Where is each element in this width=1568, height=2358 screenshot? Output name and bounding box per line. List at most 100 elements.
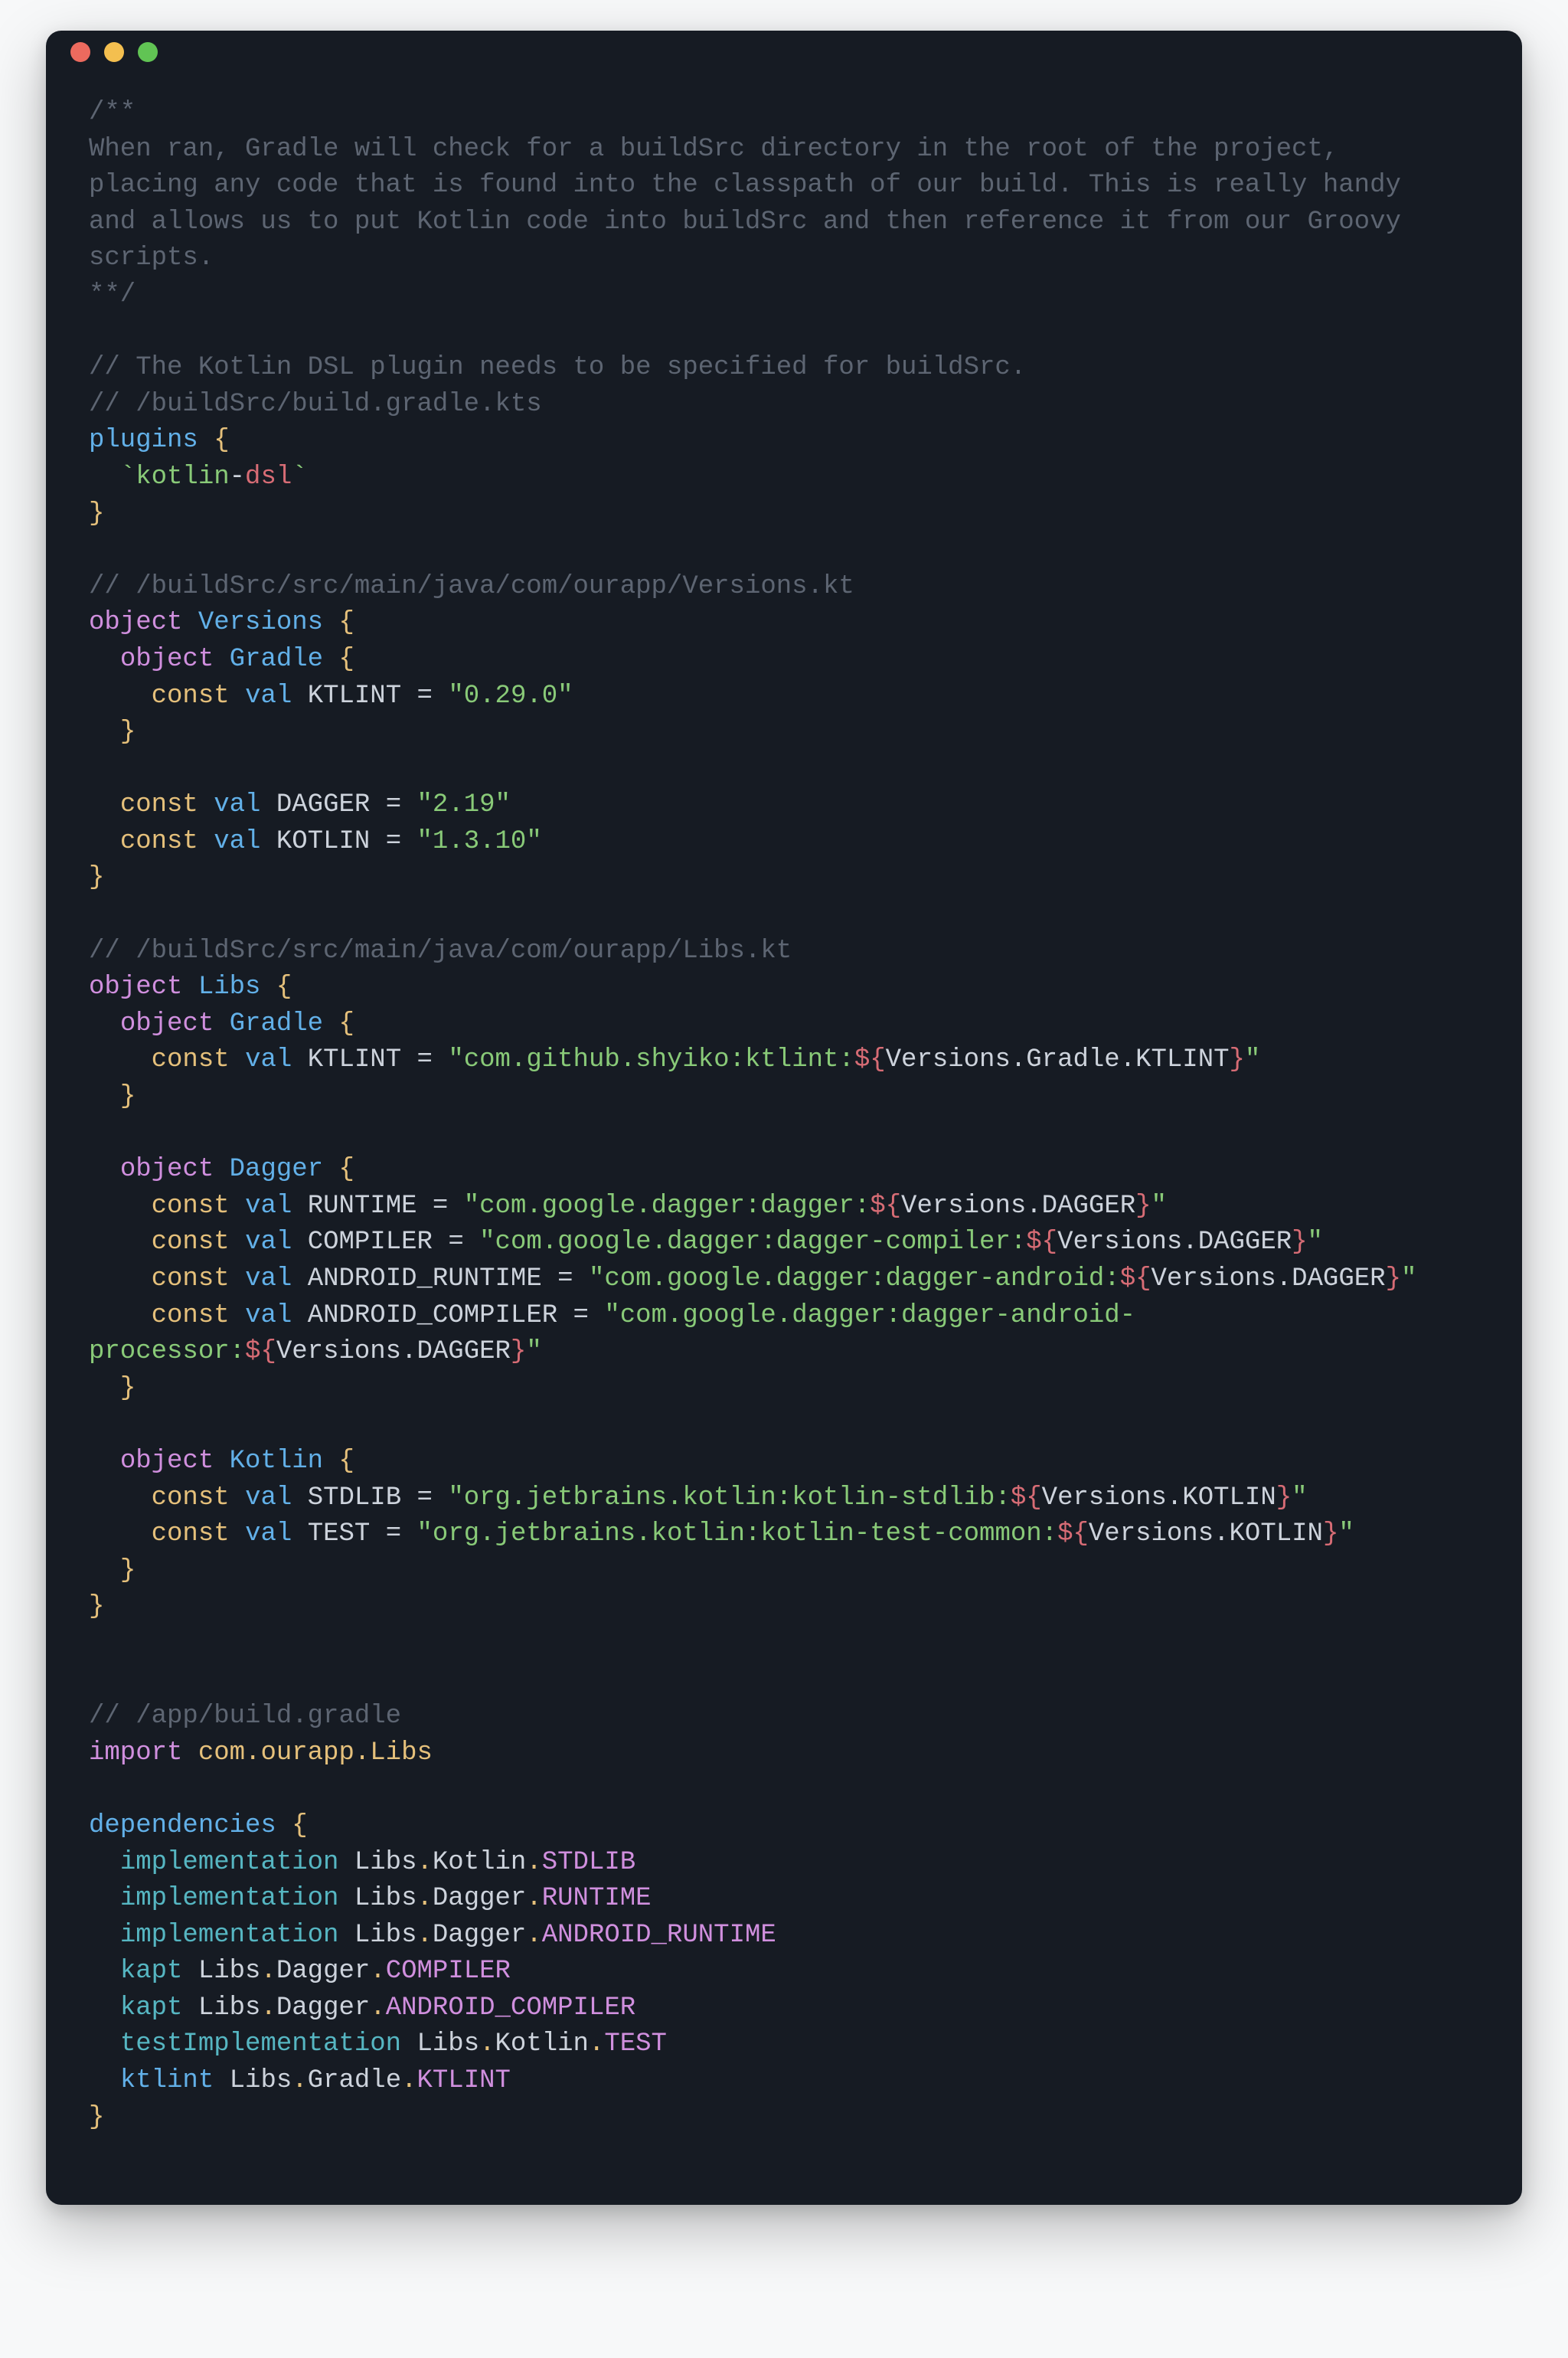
- string-literal: "org.jetbrains.kotlin:kotlin-stdlib:: [448, 1483, 1011, 1513]
- plugins-keyword: plugins: [89, 426, 198, 455]
- string-close: ": [1401, 1264, 1416, 1293]
- dot: .: [589, 2029, 604, 2059]
- backtick: `: [120, 463, 136, 492]
- backtick: `: [292, 463, 307, 492]
- dot: .: [401, 2066, 416, 2095]
- test-ref: TEST: [604, 2029, 667, 2059]
- block-comment-line: scripts.: [89, 244, 214, 273]
- interp-open: ${: [1057, 1519, 1089, 1549]
- val-keyword: val: [245, 1264, 292, 1293]
- const-keyword: const: [152, 1519, 230, 1549]
- brace-open: {: [338, 1155, 354, 1184]
- android-compiler-ref: ANDROID_COMPILER: [386, 1993, 635, 2023]
- maximize-icon[interactable]: [138, 42, 158, 62]
- dot: .: [292, 2066, 307, 2095]
- config-implementation: implementation: [120, 1921, 339, 1950]
- object-keyword: object: [120, 1009, 214, 1038]
- page-container: /** When ran, Gradle will check for a bu…: [0, 0, 1568, 2358]
- const-name-ktlint: KTLINT: [308, 1045, 401, 1074]
- const-name-runtime: RUNTIME: [308, 1192, 417, 1221]
- interp-close: }: [1386, 1264, 1401, 1293]
- window-titlebar: [46, 31, 1522, 74]
- brace-close: }: [89, 499, 104, 528]
- dot: .: [417, 1884, 433, 1913]
- string-value: "1.3.10": [417, 827, 542, 856]
- close-icon[interactable]: [70, 42, 90, 62]
- object-name-gradle: Gradle: [230, 645, 323, 674]
- string-close: ": [1292, 1483, 1307, 1513]
- interp-open: ${: [854, 1045, 886, 1074]
- equals: =: [417, 1483, 433, 1513]
- equals: =: [417, 682, 433, 711]
- const-keyword: const: [152, 1301, 230, 1330]
- equals: =: [557, 1264, 573, 1293]
- line-comment: // /app/build.gradle: [89, 1702, 401, 1731]
- object-keyword: object: [89, 973, 182, 1002]
- string-close: ": [1308, 1228, 1323, 1257]
- string-close: ": [1245, 1045, 1260, 1074]
- const-name-stdlib: STDLIB: [308, 1483, 401, 1513]
- string-literal: "com.google.dagger:dagger-android:: [589, 1264, 1120, 1293]
- brace-open: {: [338, 1009, 354, 1038]
- dot: .: [417, 1848, 433, 1877]
- val-keyword: val: [214, 790, 260, 819]
- string-literal: "com.google.dagger:dagger:: [464, 1192, 871, 1221]
- brace-open: {: [292, 1811, 307, 1840]
- libs-ref: Libs: [198, 1993, 261, 2023]
- import-package: com.ourapp.Libs: [198, 1738, 433, 1768]
- interp-path: Versions.DAGGER: [1152, 1264, 1386, 1293]
- interp-close: }: [1292, 1228, 1307, 1257]
- object-keyword: object: [120, 1447, 214, 1476]
- interp-close: }: [1276, 1483, 1292, 1513]
- brace-close: }: [89, 2103, 104, 2132]
- const-name-test: TEST: [308, 1519, 371, 1549]
- brace-open: {: [276, 973, 292, 1002]
- interp-path: Versions.Gradle.KTLINT: [886, 1045, 1230, 1074]
- config-kapt: kapt: [120, 1957, 183, 1986]
- const-name-compiler: COMPILER: [308, 1228, 433, 1257]
- equals: =: [386, 1519, 401, 1549]
- stdlib-ref: STDLIB: [542, 1848, 635, 1877]
- brace-open: {: [338, 645, 354, 674]
- block-comment-line: placing any code that is found into the …: [89, 171, 1416, 200]
- config-kapt: kapt: [120, 1993, 183, 2023]
- libs-ref: Libs: [416, 2029, 479, 2059]
- code-content: /** When ran, Gradle will check for a bu…: [46, 74, 1522, 2167]
- dependencies-keyword: dependencies: [89, 1811, 276, 1840]
- const-keyword: const: [152, 1192, 230, 1221]
- block-comment-end: **/: [89, 280, 136, 309]
- val-keyword: val: [245, 1228, 292, 1257]
- const-keyword: const: [152, 1264, 230, 1293]
- val-keyword: val: [245, 1519, 292, 1549]
- brace-close: }: [120, 1374, 136, 1403]
- dot: .: [260, 1993, 276, 2023]
- kotlin-text: kotlin: [136, 463, 229, 492]
- dsl-text: dsl: [245, 463, 292, 492]
- val-keyword: val: [245, 1483, 292, 1513]
- val-keyword: val: [245, 1301, 292, 1330]
- val-keyword: val: [245, 1045, 292, 1074]
- const-keyword: const: [152, 1483, 230, 1513]
- object-name-kotlin: Kotlin: [230, 1447, 323, 1476]
- string-close: ": [1338, 1519, 1354, 1549]
- string-literal: "com.github.shyiko:ktlint:: [448, 1045, 854, 1074]
- libs-ref: Libs: [230, 2066, 292, 2095]
- brace-open: {: [214, 426, 229, 455]
- import-keyword: import: [89, 1738, 182, 1768]
- string-literal: "com.google.dagger:dagger-compiler:: [479, 1228, 1026, 1257]
- equals: =: [433, 1192, 448, 1221]
- const-name-android-compiler: ANDROID_COMPILER: [308, 1301, 557, 1330]
- object-name-versions: Versions: [198, 608, 323, 637]
- const-keyword: const: [152, 1228, 230, 1257]
- string-close: ": [526, 1337, 541, 1366]
- val-keyword: val: [245, 682, 292, 711]
- string-value: "0.29.0": [448, 682, 573, 711]
- brace-close: }: [120, 718, 136, 747]
- string-close: ": [1152, 1192, 1167, 1221]
- line-comment: // The Kotlin DSL plugin needs to be spe…: [89, 353, 1026, 382]
- const-name-kotlin: KOTLIN: [276, 827, 370, 856]
- minimize-icon[interactable]: [104, 42, 124, 62]
- equals: =: [417, 1045, 433, 1074]
- block-comment-start: /**: [89, 98, 136, 127]
- interp-close: }: [1323, 1519, 1338, 1549]
